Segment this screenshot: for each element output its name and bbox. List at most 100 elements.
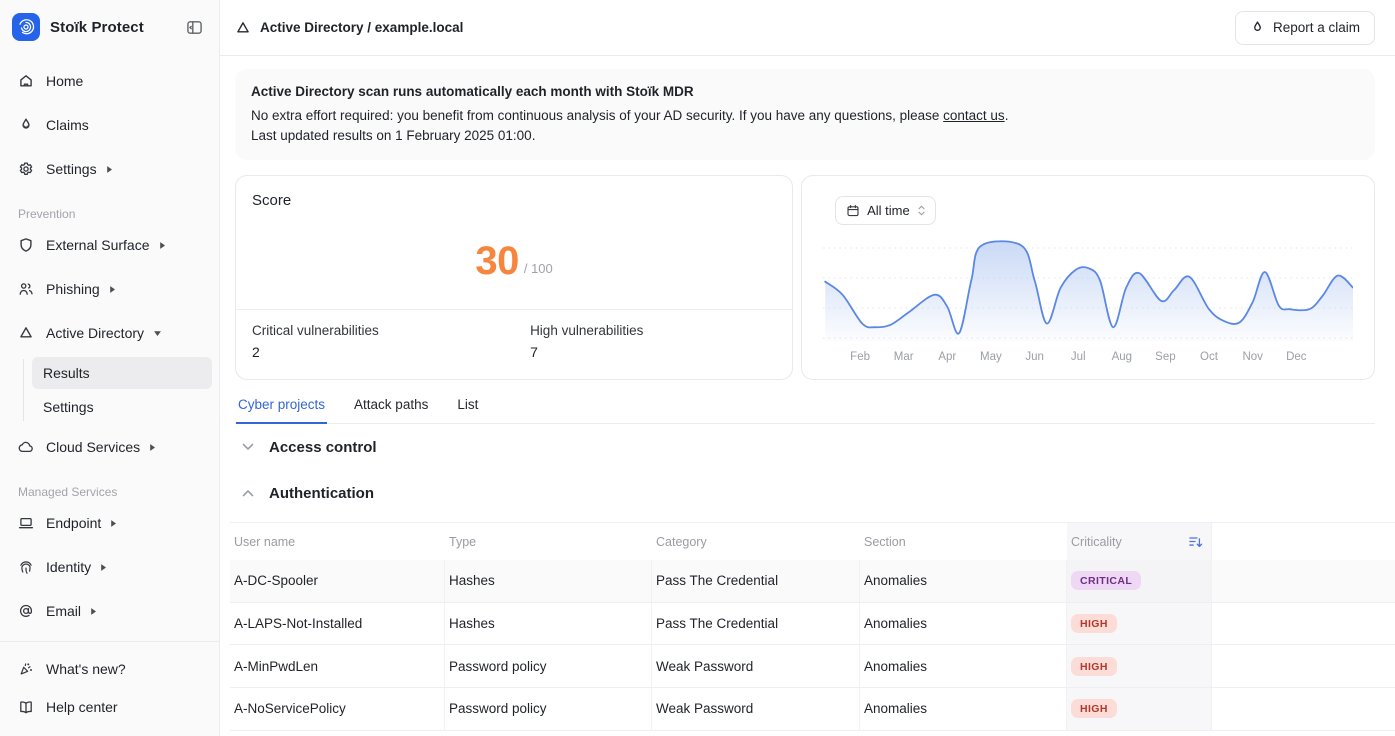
cell-criticality: CRITICAL xyxy=(1067,560,1212,603)
cell-type: Hashes xyxy=(445,603,652,646)
shield-icon xyxy=(18,237,34,253)
sidebar-item-label: Cloud Services xyxy=(46,439,140,455)
sidebar-item-endpoint[interactable]: Endpoint xyxy=(0,501,212,545)
tab-list[interactable]: List xyxy=(455,397,480,424)
contact-us-link[interactable]: contact us xyxy=(943,108,1005,123)
cell-criticality: HIGH xyxy=(1067,688,1212,731)
table-row[interactable]: A-NoServicePolicy Password policy Weak P… xyxy=(230,688,1395,731)
sidebar-item-label: Claims xyxy=(46,117,89,133)
score-title: Score xyxy=(252,192,776,209)
table-row[interactable]: A-MinPwdLen Password policy Weak Passwor… xyxy=(230,645,1395,688)
brand-row: Stoïk Protect xyxy=(0,0,219,51)
tab-cyber-projects[interactable]: Cyber projects xyxy=(236,397,327,424)
flame-icon xyxy=(18,117,34,133)
cell-spacer xyxy=(1212,688,1395,731)
tab-attack-paths[interactable]: Attack paths xyxy=(352,397,430,424)
stat-label: High vulnerabilities xyxy=(530,323,776,338)
cell-type: Hashes xyxy=(445,560,652,603)
cell-section: Anomalies xyxy=(860,688,1067,731)
criticality-badge: HIGH xyxy=(1071,614,1117,633)
sidebar: Stoïk Protect Home xyxy=(0,0,220,736)
column-header-section: Section xyxy=(860,523,1067,560)
selector-chevrons-icon xyxy=(917,204,926,217)
sidebar-item-ad-settings[interactable]: Settings xyxy=(32,391,212,423)
cell-section: Anomalies xyxy=(860,603,1067,646)
score-top: Score 30 / 100 xyxy=(236,176,792,309)
group-label-prevention: Prevention xyxy=(0,191,212,223)
high-vulnerabilities-stat: High vulnerabilities 7 xyxy=(514,310,792,379)
criticality-badge: HIGH xyxy=(1071,657,1117,676)
app: Stoïk Protect Home xyxy=(0,0,1395,736)
sidebar-item-active-directory[interactable]: Active Directory xyxy=(0,311,212,355)
sidebar-item-external-surface[interactable]: External Surface xyxy=(0,223,212,267)
table-row[interactable]: A-LAPS-Not-Installed Hashes Pass The Cre… xyxy=(230,603,1395,646)
chevron-right-icon xyxy=(159,241,166,250)
sidebar-item-phishing[interactable]: Phishing xyxy=(0,267,212,311)
stat-label: Critical vulnerabilities xyxy=(252,323,498,338)
cloud-icon xyxy=(18,439,34,455)
section-authentication[interactable]: Authentication xyxy=(235,470,1375,516)
laptop-icon xyxy=(18,515,34,531)
chevron-right-icon xyxy=(90,607,97,616)
sidebar-item-home[interactable]: Home xyxy=(0,59,212,103)
chevron-down-icon xyxy=(153,330,162,337)
column-header-criticality[interactable]: Criticality xyxy=(1067,523,1212,560)
cell-user-name: A-NoServicePolicy xyxy=(230,688,445,731)
sidebar-item-label: Active Directory xyxy=(46,325,144,341)
triangle-icon xyxy=(235,20,251,36)
sidebar-item-results[interactable]: Results xyxy=(32,357,212,389)
sort-descending-icon[interactable] xyxy=(1188,535,1203,549)
section-access-control[interactable]: Access control xyxy=(235,424,1375,470)
chevron-up-icon xyxy=(242,489,255,497)
svg-text:Aug: Aug xyxy=(1112,351,1132,363)
sidebar-item-claims[interactable]: Claims xyxy=(0,103,212,147)
time-range-value: All time xyxy=(867,203,910,218)
sub-item-label: Settings xyxy=(43,399,94,415)
svg-text:Sep: Sep xyxy=(1155,351,1175,363)
topbar: Active Directory / example.local Report … xyxy=(220,0,1395,56)
sidebar-item-whats-new[interactable]: What's new? xyxy=(0,650,212,688)
time-range-select[interactable]: All time xyxy=(835,196,936,225)
section-title: Access control xyxy=(269,439,377,456)
svg-text:May: May xyxy=(980,351,1002,363)
sidebar-item-identity[interactable]: Identity xyxy=(0,545,212,589)
info-banner: Active Directory scan runs automatically… xyxy=(235,69,1375,160)
collapse-sidebar-button[interactable] xyxy=(183,16,205,38)
cell-category: Weak Password xyxy=(652,645,860,688)
sidebar-item-settings[interactable]: Settings xyxy=(0,147,212,191)
column-header-spacer xyxy=(1212,523,1395,560)
sidebar-item-label: External Surface xyxy=(46,237,150,253)
table-row[interactable]: A-DC-Spooler Hashes Pass The Credential … xyxy=(230,560,1395,603)
sidebar-bottom: What's new? Help center xyxy=(0,641,219,736)
fingerprint-icon xyxy=(18,559,34,575)
summary-cards: Score 30 / 100 Critical vulnerabilities … xyxy=(235,175,1375,380)
banner-body-end: . xyxy=(1005,108,1009,123)
sidebar-item-label: Phishing xyxy=(46,281,100,297)
report-claim-button[interactable]: Report a claim xyxy=(1235,11,1375,45)
brand-logo xyxy=(12,13,40,41)
cell-spacer xyxy=(1212,603,1395,646)
table-body: A-DC-Spooler Hashes Pass The Credential … xyxy=(230,560,1395,731)
cell-criticality: HIGH xyxy=(1067,645,1212,688)
banner-title: Active Directory scan runs automatically… xyxy=(251,82,1359,102)
sidebar-item-email[interactable]: Email xyxy=(0,589,212,633)
sidebar-item-cloud-services[interactable]: Cloud Services xyxy=(0,425,212,469)
cell-category: Pass The Credential xyxy=(652,603,860,646)
sidebar-item-help-center[interactable]: Help center xyxy=(0,688,212,726)
criticality-badge: HIGH xyxy=(1071,699,1117,718)
triangle-icon xyxy=(18,325,34,341)
tabs: Cyber projects Attack paths List xyxy=(235,397,1375,424)
cell-user-name: A-MinPwdLen xyxy=(230,645,445,688)
critical-vulnerabilities-stat: Critical vulnerabilities 2 xyxy=(236,310,514,379)
stat-value: 7 xyxy=(530,344,776,360)
svg-text:Feb: Feb xyxy=(850,351,870,363)
sidebar-nav: Home Claims Settings Prevention xyxy=(0,51,219,641)
cell-section: Anomalies xyxy=(860,560,1067,603)
section-title: Authentication xyxy=(269,485,374,502)
score-display: 30 / 100 xyxy=(236,224,792,299)
chevron-right-icon xyxy=(109,285,116,294)
chevron-right-icon xyxy=(149,443,156,452)
sub-item-label: Results xyxy=(43,365,90,381)
cell-criticality: HIGH xyxy=(1067,603,1212,646)
cell-spacer xyxy=(1212,645,1395,688)
